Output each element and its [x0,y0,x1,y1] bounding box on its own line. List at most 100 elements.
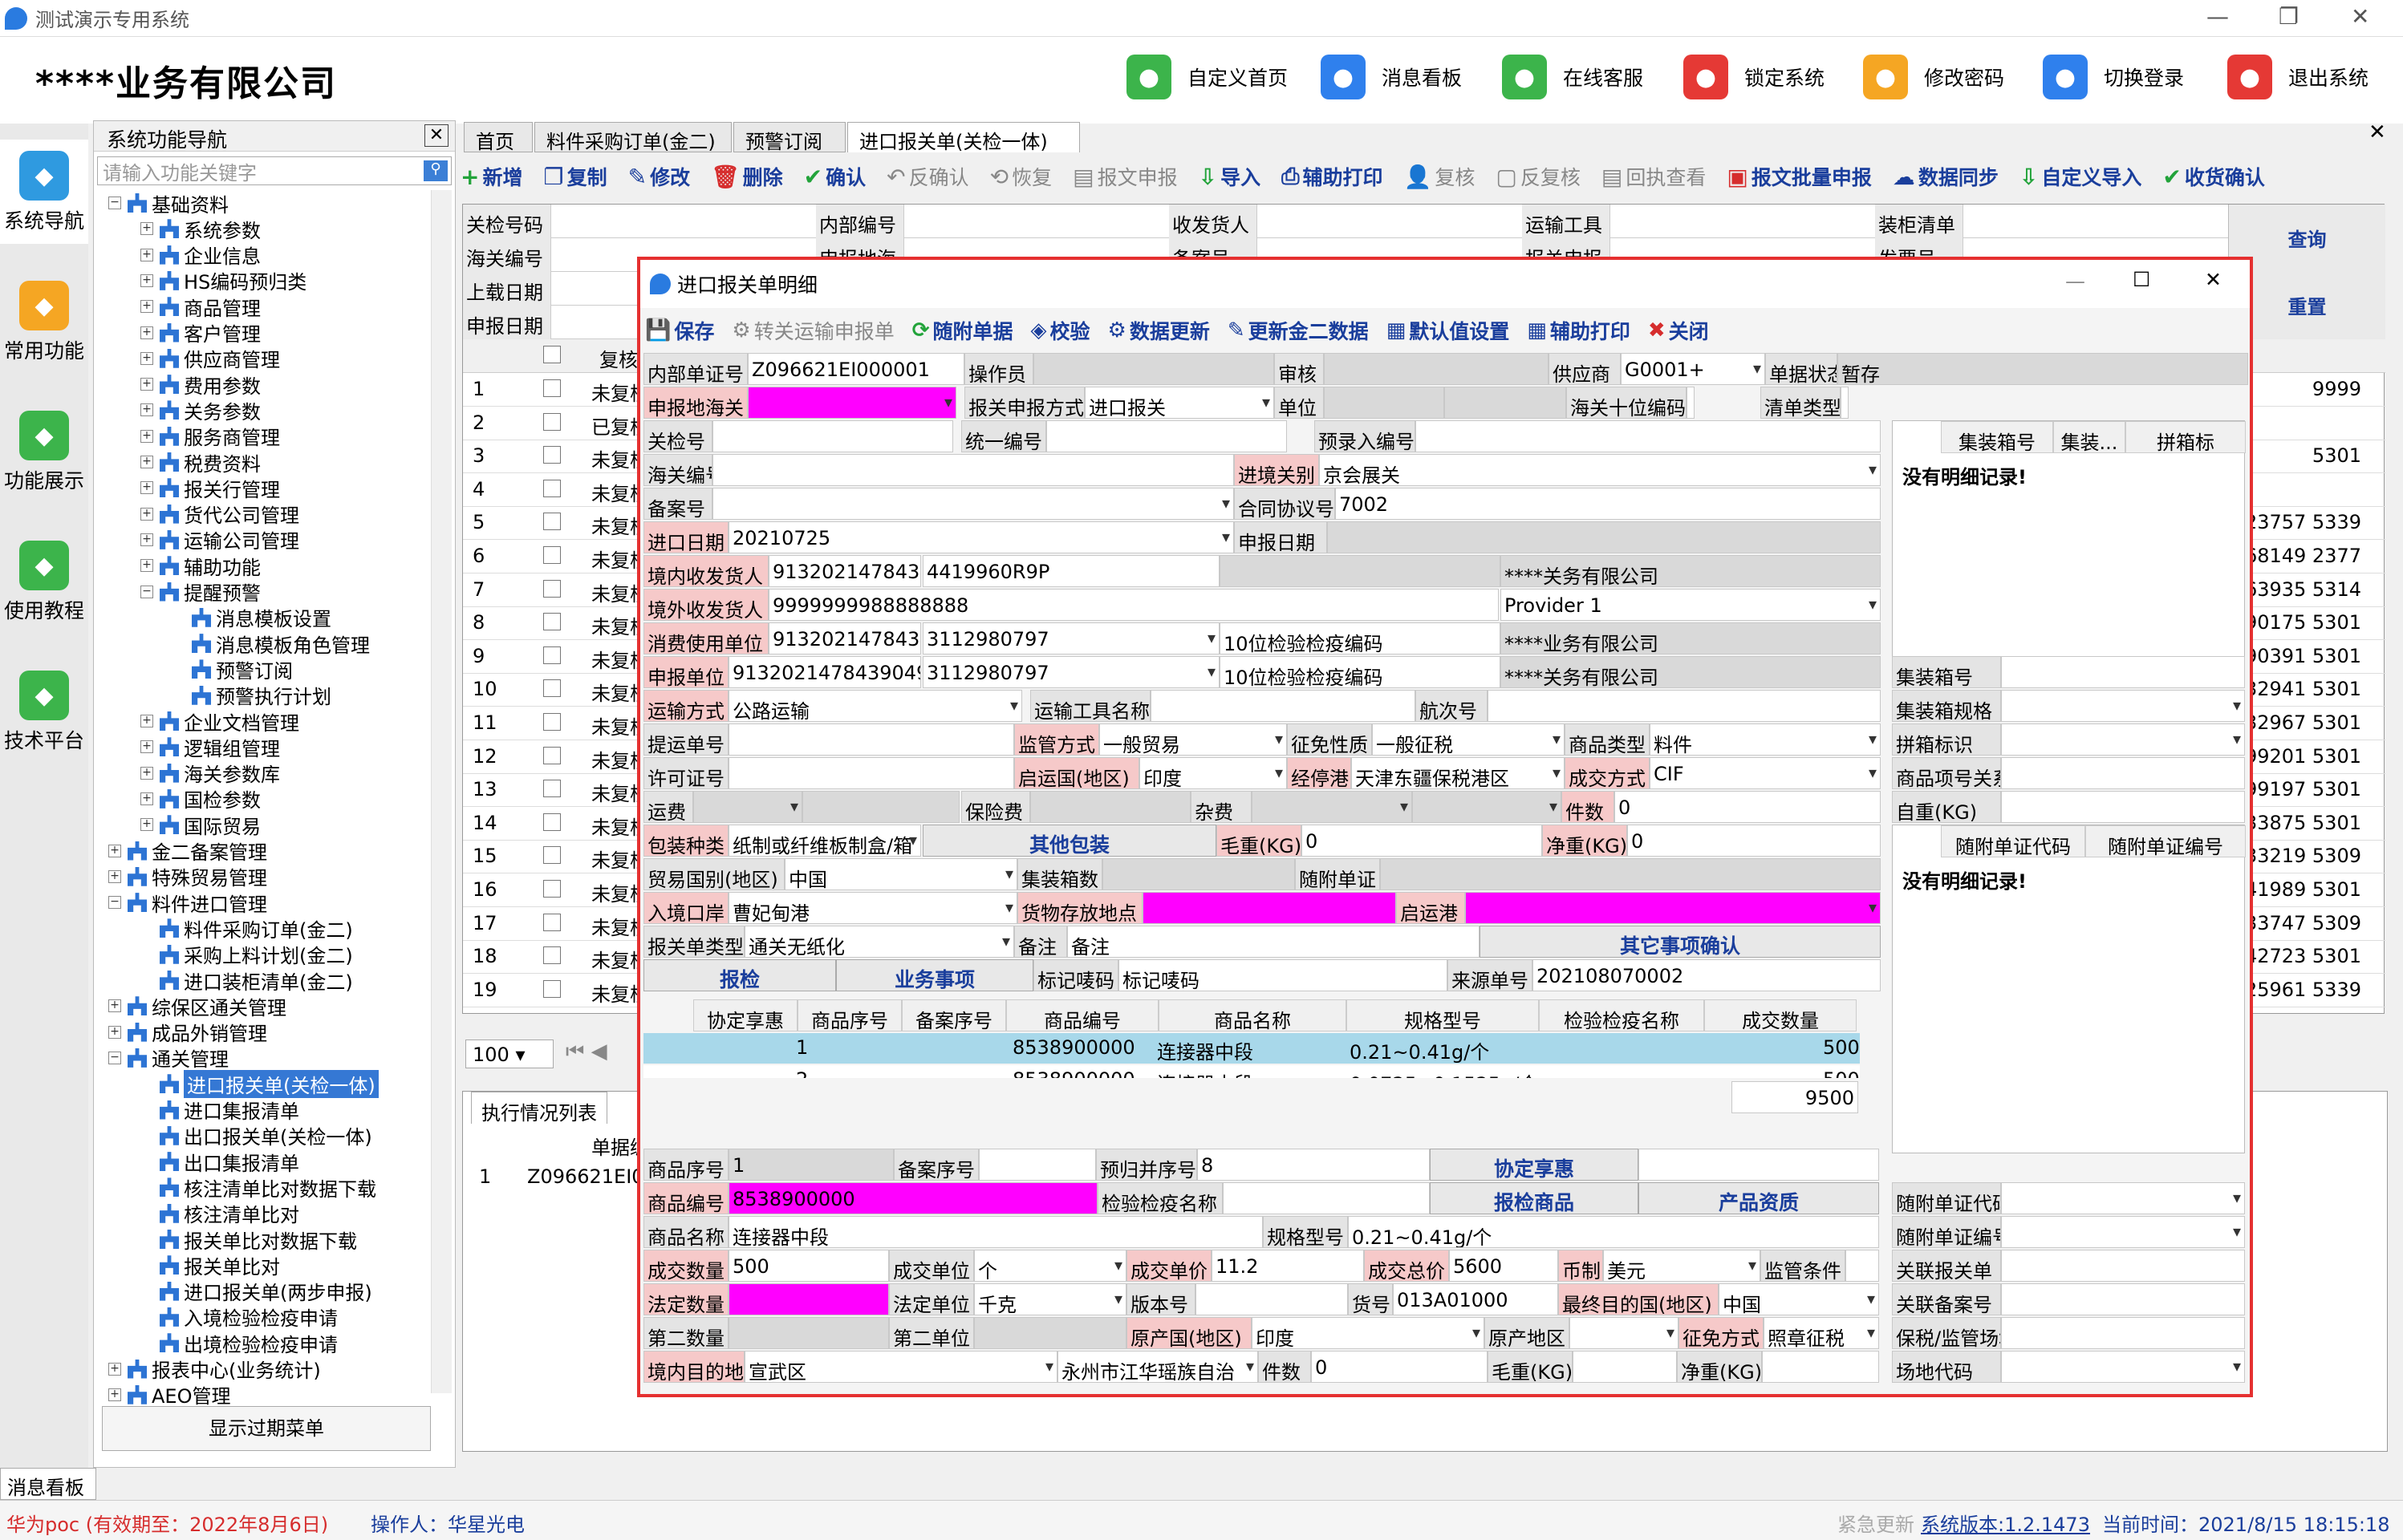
form-field[interactable]: 曹妃甸港 [729,892,1017,924]
nav-item[interactable]: 进口报关单(两步申报) [140,1279,372,1304]
row-checkbox[interactable] [543,546,561,564]
expand-icon[interactable]: + [140,429,153,443]
expand-icon[interactable]: + [108,1025,121,1039]
expand-icon[interactable]: + [108,869,121,883]
expand-icon[interactable]: + [140,274,153,287]
form-field[interactable]: 进口报关 [1085,387,1274,419]
toolbar-btn-15[interactable]: ⇩ 自定义导入 [2019,162,2141,191]
nav-item[interactable]: 预警订阅 [173,656,293,683]
form-field[interactable]: 照章征税 [1764,1317,1879,1349]
expand-icon[interactable]: + [140,403,153,417]
nav-scrollbar[interactable] [431,190,452,1393]
nav-item[interactable]: 进口集报清单 [140,1097,299,1123]
form-field[interactable] [1841,387,1849,419]
filter-input[interactable] [1259,206,1516,235]
nav-item[interactable]: 出口集报清单 [140,1149,299,1175]
form-field[interactable]: 备注 [1067,926,1480,958]
form-field[interactable]: 3112980797 [923,622,1220,654]
select-all-checkbox[interactable] [543,346,561,363]
form-field[interactable]: 永州市江华瑶族自治 [1057,1351,1258,1383]
form-field[interactable]: 10位检验检疫编码 [1220,622,1500,654]
form-button[interactable]: 产品资质 [1638,1182,1879,1214]
form-field[interactable] [712,420,953,452]
row-checkbox[interactable] [543,946,561,965]
toolbar-btn-8[interactable]: ⇩ 导入 [1199,162,1260,191]
form-field[interactable]: 202108070002 [1532,959,1881,991]
expand-icon[interactable]: + [140,248,153,261]
nav-item[interactable]: 采购上料计划(金二) [140,942,353,967]
nav-item[interactable]: 进口装柜清单(金二) [140,967,353,994]
nav-item[interactable]: 进口报关单(关检一体) [140,1069,379,1098]
toolbar-btn-12[interactable]: ▤ 回执查看 [1601,162,1706,191]
form-field[interactable] [729,1317,889,1349]
form-field[interactable] [729,723,1014,756]
nav-item[interactable]: 料件采购订单(金二) [140,915,353,942]
show-expired-button[interactable]: 显示过期菜单 [102,1406,431,1451]
form-field[interactable] [1220,555,1500,587]
form-field[interactable] [693,791,802,823]
form-field[interactable] [712,488,1234,520]
form-field[interactable]: 暂存 [1837,353,2248,385]
nav-item[interactable]: + 海关参数库 [140,760,280,786]
expand-icon[interactable]: + [108,844,121,857]
nav-item[interactable]: + HS编码预归类 [140,268,306,294]
form-field[interactable]: G0001+ [1621,353,1765,385]
nav-item[interactable]: + 系统参数 [140,216,261,242]
nav-item[interactable]: 消息模板设置 [173,605,331,630]
nav-item[interactable]: + 商品管理 [140,294,261,320]
toolbar-btn-2[interactable]: ✎ 修改 [628,162,690,191]
nav-item[interactable]: + 服务商管理 [140,424,280,449]
row-checkbox[interactable] [543,979,561,998]
row-checkbox[interactable] [543,913,561,931]
nav-item[interactable]: + 税费资料 [140,449,261,476]
nav-item[interactable]: + 报关行管理 [140,475,280,501]
page-size-select[interactable]: 100 ▾ [465,1040,554,1068]
form-field[interactable]: 91320214784390 [769,555,921,587]
tab-1[interactable]: 料件采购订单(金二) [534,122,732,153]
expand-icon[interactable]: + [140,481,153,495]
side-field[interactable] [2001,1250,2245,1282]
nav-item[interactable]: 预警执行计划 [173,683,331,708]
toolbar-btn-16[interactable]: ✔ 收货确认 [2162,162,2264,191]
toolbar-btn-3[interactable]: 🗑 删除 [711,162,783,191]
form-field[interactable]: 纸制或纤维板制盒/箱 [729,825,921,857]
filter-input[interactable] [1612,206,1869,235]
expand-icon[interactable]: − [108,896,121,910]
nav-item[interactable]: + 国检参数 [140,786,261,812]
restore-button[interactable]: ❐ [2279,3,2299,30]
toolbar-btn-4[interactable]: ✔ 确认 [804,162,866,191]
form-field[interactable] [1569,1317,1678,1349]
nav-item[interactable]: + 金二备案管理 [108,838,267,864]
nav-item[interactable]: − 基础资料 [108,190,229,217]
nav-item[interactable]: + 货代公司管理 [140,501,299,527]
toolbar-btn-13[interactable]: ▣ 报文批量申报 [1727,162,1871,191]
nav-item[interactable]: − 通关管理 [108,1045,229,1071]
leftbar-4[interactable]: ◆ 技术平台 [0,659,88,764]
form-field[interactable] [1415,420,1881,452]
bottom-row-billno[interactable]: Z096621EI0 [527,1165,644,1188]
nav-item[interactable]: + 关务参数 [140,397,261,424]
row-checkbox[interactable] [543,579,561,598]
header-btn-6[interactable]: ● 退出系统 [2227,53,2368,101]
minimize-button[interactable]: — [2206,3,2229,30]
nav-item[interactable]: − 料件进口管理 [108,890,267,916]
form-field[interactable]: 4419960R9P [923,555,1220,587]
dialog-maximize-button[interactable]: ☐ [2133,268,2150,291]
form-field[interactable] [712,454,1234,486]
form-field[interactable]: 中国 [785,858,1017,890]
form-field[interactable]: Z096621EI000001 [748,353,964,385]
form-field[interactable]: 天津东疆保税港区 [1351,757,1565,789]
toolbar-btn-11[interactable]: ▢ 反复核 [1496,162,1580,191]
goods-row[interactable]: 28538900000连接器中段0.0725~0.1525g/个500 [643,1065,1860,1078]
nav-item[interactable]: + AEO管理 [108,1382,230,1408]
form-field[interactable]: 10位检验检疫编码 [1220,656,1500,688]
nav-item[interactable]: + 费用参数 [140,371,261,398]
form-field[interactable]: 91320214784390 [769,622,921,654]
form-field[interactable]: 料件 [1650,723,1881,756]
leftbar-2[interactable]: ◆ 功能展示 [0,399,88,504]
nav-item[interactable]: 报关单比对数据下载 [140,1226,357,1253]
nav-item[interactable]: + 逻辑组管理 [140,734,280,760]
form-field[interactable]: 20210725 [729,521,1234,553]
form-field[interactable] [802,791,960,823]
form-field[interactable]: 3112980797 [923,656,1220,688]
